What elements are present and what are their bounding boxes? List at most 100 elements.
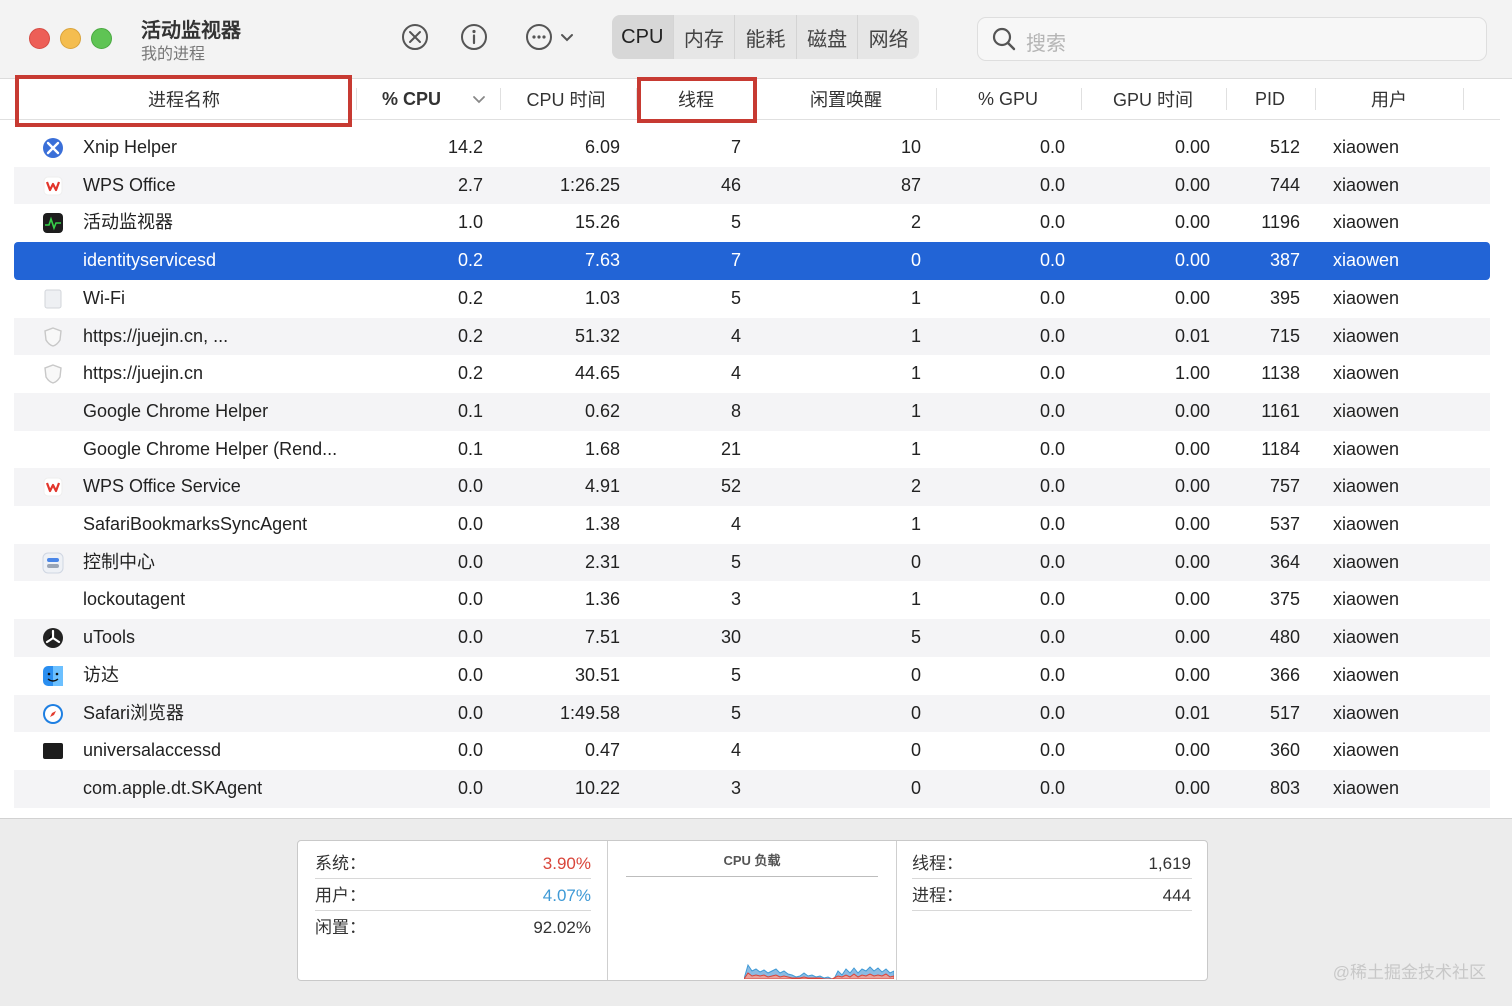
- column-gpu-time[interactable]: GPU 时间: [1081, 79, 1225, 119]
- cell-idle-wakeups: 2: [910, 476, 921, 497]
- column-cpu-time[interactable]: CPU 时间: [500, 79, 632, 119]
- tab-2[interactable]: 能耗: [735, 15, 797, 59]
- cell-cpu-time: 7.63: [584, 250, 620, 271]
- cell-user: xiaowen: [1333, 287, 1400, 308]
- table-row[interactable]: 活动监视器 1.0 15.26 5 2 0.0 0.00 1196 xiaowen: [14, 204, 1490, 242]
- cell-gpu-percent: 0.0: [1039, 627, 1065, 648]
- zoom-window-button[interactable]: [91, 28, 112, 49]
- cell-threads: 5: [730, 212, 741, 233]
- cell-threads: 21: [720, 438, 741, 459]
- cell-process-name: 活动监视器: [83, 212, 173, 233]
- cell-pid: 375: [1269, 589, 1300, 610]
- cell-user: xiaowen: [1333, 740, 1400, 761]
- cell-idle-wakeups: 2: [910, 212, 921, 233]
- cell-gpu-time: 0.00: [1174, 777, 1210, 798]
- column-gpu-percent[interactable]: % GPU: [936, 79, 1080, 119]
- tab-1[interactable]: 内存: [674, 15, 736, 59]
- table-row[interactable]: Google Chrome Helper 0.1 0.62 8 1 0.0 0.00 1161…: [14, 392, 1490, 431]
- table-row[interactable]: Safari浏览器 0.0 1:49.58 5 0 0.0 0.01 517 xiaowen: [14, 694, 1490, 733]
- close-window-button[interactable]: [29, 28, 50, 49]
- cell-cpu-time: 1.38: [584, 514, 620, 534]
- cell-cpu-time: 4.91: [584, 476, 620, 497]
- minimize-window-button[interactable]: [60, 28, 81, 49]
- highlight-threads: [637, 77, 757, 123]
- cell-cpu-percent: 0.2: [457, 325, 483, 346]
- cell-process-name: 访达: [83, 664, 119, 685]
- cell-cpu-time: 7.51: [584, 627, 620, 648]
- cell-user: xiaowen: [1333, 589, 1400, 610]
- cell-cpu-time: 15.26: [574, 212, 620, 233]
- cell-user: xiaowen: [1333, 476, 1400, 497]
- cell-gpu-percent: 0.0: [1039, 476, 1065, 497]
- table-row[interactable]: universalaccessd 0.0 0.47 4 0 0.0 0.00 360 xiaow…: [14, 732, 1490, 770]
- highlight-process-name: [15, 75, 352, 127]
- threads-label: 线程：: [912, 854, 963, 873]
- cell-cpu-percent: 2.7: [457, 174, 483, 195]
- cell-idle-wakeups: 10: [900, 137, 921, 157]
- cell-process-name: uTools: [83, 627, 136, 648]
- more-actions-button[interactable]: [520, 20, 580, 54]
- cell-gpu-percent: 0.0: [1039, 400, 1065, 421]
- table-row[interactable]: SafariBookmarksSyncAgent 0.0 1.38 4 1 0.0 0.00…: [14, 506, 1490, 544]
- search-field[interactable]: 搜索: [977, 17, 1487, 61]
- cell-idle-wakeups: 87: [900, 174, 921, 195]
- cell-pid: 757: [1269, 476, 1300, 497]
- table-row[interactable]: https://juejin.cn, ... 0.2 51.32 4 1 0.0 0.01 7…: [14, 317, 1490, 356]
- cell-threads: 5: [730, 664, 741, 685]
- cell-pid: 803: [1269, 777, 1300, 798]
- cell-gpu-percent: 0.0: [1039, 551, 1065, 572]
- column-user[interactable]: 用户: [1315, 79, 1463, 119]
- cell-pid: 537: [1269, 514, 1300, 534]
- cell-user: xiaowen: [1333, 174, 1400, 195]
- table-row[interactable]: uTools 0.0 7.51 30 5 0.0 0.00 480 xiaowen: [14, 619, 1490, 657]
- cell-threads: 52: [720, 476, 741, 497]
- cpu-usage-stats: 系统： 3.90% 用户： 4.07% 闲置： 92.02%: [298, 841, 607, 980]
- cell-pid: 512: [1269, 137, 1300, 157]
- inspect-button[interactable]: [457, 20, 491, 54]
- cell-threads: 5: [730, 287, 741, 308]
- cell-pid: 364: [1269, 551, 1300, 572]
- tab-4[interactable]: 网络: [858, 15, 919, 59]
- table-row[interactable]: Google Chrome Helper (Rend... 0.1 1.68 21 1 0…: [14, 431, 1490, 469]
- tab-3[interactable]: 磁盘: [797, 15, 859, 59]
- column-cpu-percent[interactable]: % CPU: [357, 79, 500, 119]
- table-row[interactable]: https://juejin.cn 0.2 44.65 4 1 0.0 1.00 1138 xi…: [14, 355, 1490, 393]
- column-pid[interactable]: PID: [1226, 79, 1314, 119]
- cell-pid: 517: [1269, 702, 1300, 723]
- table-row[interactable]: Wi-Fi 0.2 1.03 5 1 0.0 0.00 395 xiaowen: [14, 280, 1490, 318]
- table-row[interactable]: 控制中心 0.0 2.31 5 0 0.0 0.00 364 xiaowen: [14, 543, 1490, 582]
- user-label: 用户：: [315, 886, 366, 905]
- idle-label: 闲置：: [315, 918, 366, 937]
- cell-idle-wakeups: 0: [910, 250, 921, 271]
- table-row[interactable]: com.apple.dt.SKAgent 0.0 10.22 3 0 0.0 0.00 803…: [14, 769, 1490, 808]
- cell-threads: 3: [730, 777, 741, 798]
- cell-user: xiaowen: [1333, 400, 1400, 421]
- cpu-summary-area: 系统： 3.90% 用户： 4.07% 闲置： 92.02% CPU 负载 线程…: [0, 818, 1512, 1006]
- cell-user: xiaowen: [1333, 514, 1400, 534]
- cell-gpu-time: 0.00: [1174, 174, 1210, 195]
- view-tabs: CPU 内存 能耗 磁盘 网络: [612, 15, 919, 59]
- wifi-icon: [41, 287, 65, 311]
- tab-0[interactable]: CPU: [612, 15, 674, 59]
- table-row[interactable]: WPS Office 2.7 1:26.25 46 87 0.0 0.00 744 xiaowe…: [14, 166, 1490, 205]
- stop-process-button[interactable]: [398, 20, 432, 54]
- cell-gpu-time: 0.00: [1174, 740, 1210, 761]
- more-icon: [526, 24, 552, 50]
- wps-icon: [41, 174, 65, 198]
- cell-idle-wakeups: 0: [910, 740, 921, 761]
- cell-gpu-time: 0.00: [1174, 514, 1210, 534]
- table-row[interactable]: identityservicesd 0.2 7.63 7 0 0.0 0.00 387 xiao…: [14, 242, 1490, 280]
- cell-cpu-percent: 0.0: [457, 627, 483, 648]
- cell-gpu-percent: 0.0: [1039, 514, 1065, 534]
- window-title: 活动监视器: [141, 20, 241, 42]
- window-subtitle[interactable]: 我的进程: [141, 40, 205, 64]
- table-row[interactable]: WPS Office Service 0.0 4.91 52 2 0.0 0.00 757 xi…: [14, 468, 1490, 506]
- cell-user: xiaowen: [1333, 363, 1400, 384]
- column-idle-wakeups[interactable]: 闲置唤醒: [756, 79, 936, 119]
- cpu-summary-panel: 系统： 3.90% 用户： 4.07% 闲置： 92.02% CPU 负载 线程…: [297, 840, 1208, 981]
- table-row[interactable]: Xnip Helper 14.2 6.09 7 10 0.0 0.00 512 xiaowen: [14, 129, 1490, 167]
- cell-user: xiaowen: [1333, 137, 1400, 157]
- table-row[interactable]: lockoutagent 0.0 1.36 3 1 0.0 0.00 375 xiaowen: [14, 581, 1490, 619]
- table-row[interactable]: 访达 0.0 30.51 5 0 0.0 0.00 366 xiaowen: [14, 657, 1490, 695]
- processes-value: 444: [1162, 886, 1191, 905]
